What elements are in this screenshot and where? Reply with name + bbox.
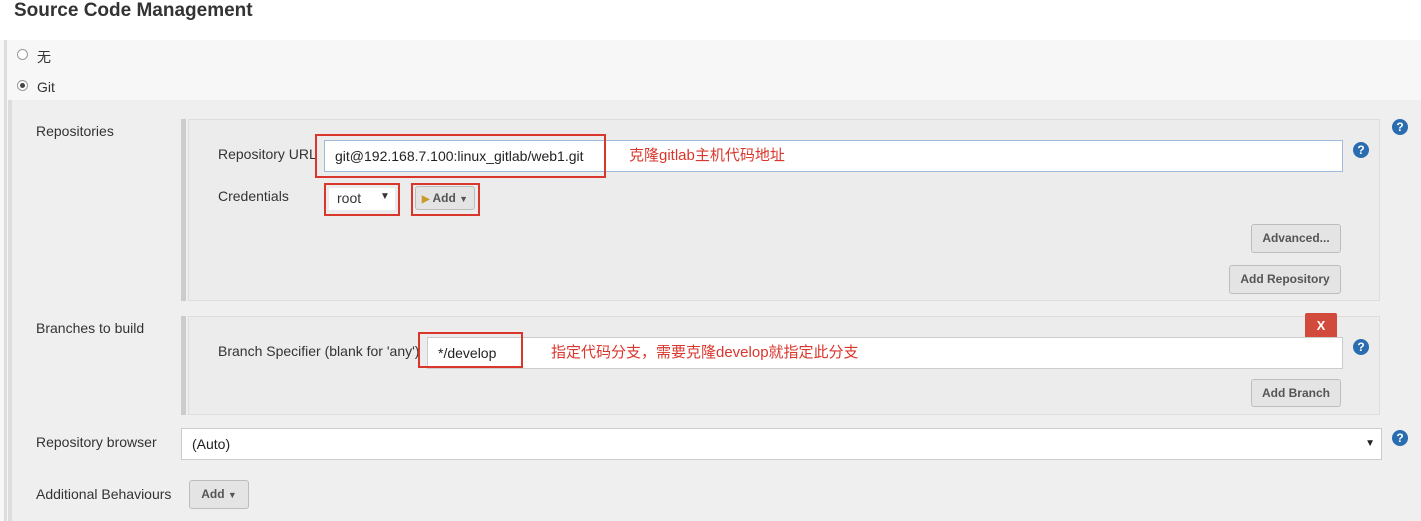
additional-caret-down-icon: ▼ — [227, 490, 237, 500]
repositories-help-icon[interactable]: ? — [1392, 119, 1408, 135]
repositories-panel-bar — [181, 119, 186, 301]
repository-browser-label: Repository browser — [36, 434, 157, 450]
branch-highlight-box — [418, 332, 523, 368]
section-title: Source Code Management — [14, 0, 253, 21]
section-bar — [4, 40, 7, 521]
url-annotation: 克隆gitlab主机代码地址 — [629, 147, 785, 164]
delete-branch-button[interactable]: X — [1305, 313, 1337, 339]
branch-specifier-label: Branch Specifier (blank for 'any') — [218, 343, 420, 359]
additional-behaviours-label: Additional Behaviours — [36, 486, 172, 502]
scm-git-label: Git — [37, 79, 55, 95]
add-highlight-box — [411, 183, 480, 216]
url-highlight-box — [315, 134, 606, 178]
add-repository-button[interactable]: Add Repository — [1229, 265, 1341, 294]
additional-add-label: Add — [201, 487, 225, 501]
branch-specifier-help-icon[interactable]: ? — [1353, 339, 1369, 355]
scm-none-radio[interactable] — [17, 49, 28, 60]
credentials-highlight-box — [324, 183, 400, 216]
repository-url-label: Repository URL — [218, 146, 317, 162]
branches-label: Branches to build — [36, 320, 145, 336]
branch-annotation: 指定代码分支，需要克隆develop就指定此分支 — [551, 344, 859, 361]
repository-browser-value: (Auto) — [192, 436, 231, 452]
advanced-button[interactable]: Advanced... — [1251, 224, 1341, 253]
add-branch-button[interactable]: Add Branch — [1251, 379, 1341, 407]
repository-browser-select[interactable]: (Auto) ▼ — [181, 428, 1382, 460]
repository-browser-help-icon[interactable]: ? — [1392, 430, 1408, 446]
scm-none-label: 无 — [37, 49, 51, 65]
branches-panel-bar — [181, 316, 186, 415]
scm-git-radio[interactable] — [17, 80, 28, 91]
git-section-bar — [8, 100, 12, 521]
repositories-label: Repositories — [36, 123, 114, 139]
credentials-label: Credentials — [218, 188, 289, 204]
repository-url-help-icon[interactable]: ? — [1353, 142, 1369, 158]
browser-chevron-down-icon: ▼ — [1365, 438, 1375, 449]
additional-add-button[interactable]: Add ▼ — [189, 480, 249, 509]
